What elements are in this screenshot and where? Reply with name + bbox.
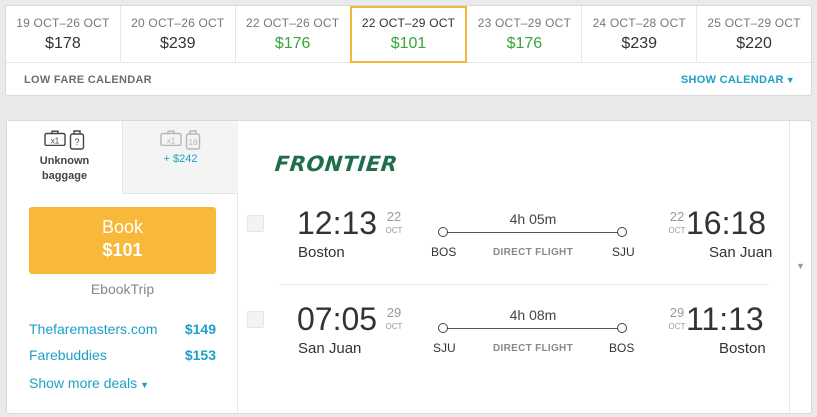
date-option-selected[interactable]: 22 OCT–29 OCT $101	[349, 6, 468, 63]
chevron-down-icon: ▼	[140, 380, 150, 390]
baggage-icons: x1 18	[123, 130, 238, 150]
depart-time: 12:13	[297, 205, 378, 241]
stops-label: DIRECT FLIGHT	[492, 247, 573, 258]
depart-city: San Juan	[298, 340, 362, 357]
svg-text:x1: x1	[167, 137, 176, 146]
book-label: Book	[101, 217, 144, 237]
date-range: 22 OCT–26 OCT	[245, 16, 340, 30]
date-option[interactable]: 23 OCT–29 OCT $176	[467, 6, 583, 63]
date-price: $239	[621, 35, 658, 52]
baggage-extra-price: + $242	[163, 153, 198, 165]
route-line	[439, 232, 625, 233]
arrive-time: 16:18	[686, 205, 767, 241]
calendar-label: LOW FARE CALENDAR	[24, 74, 152, 86]
date-price: $239	[159, 35, 196, 52]
low-fare-calendar: 19 OCT–26 OCT $178 20 OCT–26 OCT $239 22…	[5, 5, 812, 96]
date-price: $220	[736, 35, 772, 52]
briefcase-icon: x1	[160, 130, 182, 146]
date-option[interactable]: 19 OCT–26 OCT $178	[6, 6, 121, 63]
leg-select-checkbox[interactable]	[247, 215, 264, 232]
date-range: 23 OCT–29 OCT	[477, 16, 572, 30]
flight-result-card: x1 ? Unknown baggage x1 18 + $242 Book $…	[6, 120, 812, 414]
show-calendar-link[interactable]: SHOW CALENDAR ▼	[681, 74, 795, 86]
chevron-down-icon: ▼	[796, 261, 805, 271]
date-option[interactable]: 20 OCT–26 OCT $239	[121, 6, 236, 63]
deal-name[interactable]: Thefaremasters.com	[29, 321, 157, 337]
route-line	[439, 328, 625, 329]
date-range: 24 OCT–28 OCT	[592, 16, 686, 30]
destination-code: SJU	[612, 245, 635, 259]
booking-panel: x1 ? Unknown baggage x1 18 + $242 Book $…	[7, 121, 238, 413]
deal-price[interactable]: $153	[185, 347, 216, 363]
suitcase-icon: 18	[185, 130, 201, 150]
flight-duration: 4h 05m	[509, 211, 557, 227]
date-option[interactable]: 24 OCT–28 OCT $239	[582, 6, 698, 63]
date-price: $178	[45, 35, 81, 52]
depart-time: 07:05	[297, 301, 378, 337]
flight-leg-return: 07:05 29 OCT San Juan 4h 08m SJU DIRECT …	[239, 301, 789, 381]
arrive-day: 29	[669, 305, 685, 320]
origin-dot	[438, 323, 448, 333]
briefcase-icon: x1	[44, 130, 66, 146]
itinerary-panel: FRONTIER 12:13 22 OCT Boston 4h 05m BOS …	[239, 121, 789, 413]
origin-dot	[438, 227, 448, 237]
baggage-tabs: x1 ? Unknown baggage x1 18 + $242	[7, 121, 238, 194]
date-option[interactable]: 22 OCT–26 OCT $176	[236, 6, 351, 63]
depart-month: OCT	[385, 322, 403, 331]
date-range: 20 OCT–26 OCT	[131, 16, 225, 30]
show-more-deals-label: Show more deals	[29, 375, 138, 391]
show-calendar-label: SHOW CALENDAR	[680, 74, 784, 86]
deal-name[interactable]: Farebuddies	[29, 347, 107, 363]
tab-checked-baggage[interactable]: x1 18 + $242	[123, 121, 238, 194]
deal-row[interactable]: Farebuddies $153	[29, 347, 216, 367]
stops-label: DIRECT FLIGHT	[492, 343, 573, 354]
arrive-day: 22	[669, 209, 685, 224]
svg-text:x1: x1	[51, 137, 60, 146]
depart-day: 22	[386, 209, 402, 224]
date-price: $101	[390, 35, 427, 52]
date-price: $176	[274, 35, 311, 52]
depart-day: 29	[386, 305, 402, 320]
book-button[interactable]: Book $101	[29, 207, 216, 274]
calendar-footer: LOW FARE CALENDAR SHOW CALENDAR ▼	[6, 64, 811, 95]
flight-leg-outbound: 12:13 22 OCT Boston 4h 05m BOS DIRECT FL…	[239, 205, 789, 285]
chevron-down-icon: ▼	[785, 75, 795, 85]
svg-text:18: 18	[189, 138, 198, 147]
provider-name: EbookTrip	[90, 281, 155, 297]
show-more-deals-link[interactable]: Show more deals ▼	[29, 375, 149, 391]
arrive-time: 11:13	[686, 301, 764, 337]
arrive-month: OCT	[668, 226, 686, 235]
destination-dot	[617, 227, 627, 237]
leg-select-checkbox[interactable]	[247, 311, 264, 328]
tab-unknown-baggage[interactable]: x1 ? Unknown baggage	[7, 121, 123, 194]
date-range: 19 OCT–26 OCT	[16, 16, 110, 30]
airline-logo: FRONTIER	[273, 152, 399, 176]
date-price: $176	[506, 35, 543, 52]
svg-text:?: ?	[74, 137, 79, 147]
depart-city: Boston	[298, 244, 345, 261]
leg-divider	[279, 284, 769, 285]
arrive-city: Boston	[719, 340, 766, 357]
book-price: $101	[102, 240, 143, 260]
destination-dot	[617, 323, 627, 333]
date-range: 25 OCT–29 OCT	[707, 16, 801, 30]
deal-row[interactable]: Thefaremasters.com $149	[29, 321, 216, 341]
suitcase-icon: ?	[69, 130, 85, 150]
arrive-month: OCT	[668, 322, 686, 331]
date-options: 19 OCT–26 OCT $178 20 OCT–26 OCT $239 22…	[6, 6, 811, 63]
baggage-icons: x1 ?	[7, 130, 122, 150]
depart-month: OCT	[385, 226, 403, 235]
date-range: 22 OCT–29 OCT	[361, 16, 456, 30]
date-option[interactable]: 25 OCT–29 OCT $220	[697, 6, 811, 63]
arrive-city: San Juan	[709, 244, 773, 261]
baggage-label: Unknown baggage	[39, 155, 90, 182]
deal-price[interactable]: $149	[185, 321, 216, 337]
flight-duration: 4h 08m	[509, 307, 557, 323]
destination-code: BOS	[609, 341, 635, 355]
expand-details-toggle[interactable]: ▼	[789, 121, 811, 413]
